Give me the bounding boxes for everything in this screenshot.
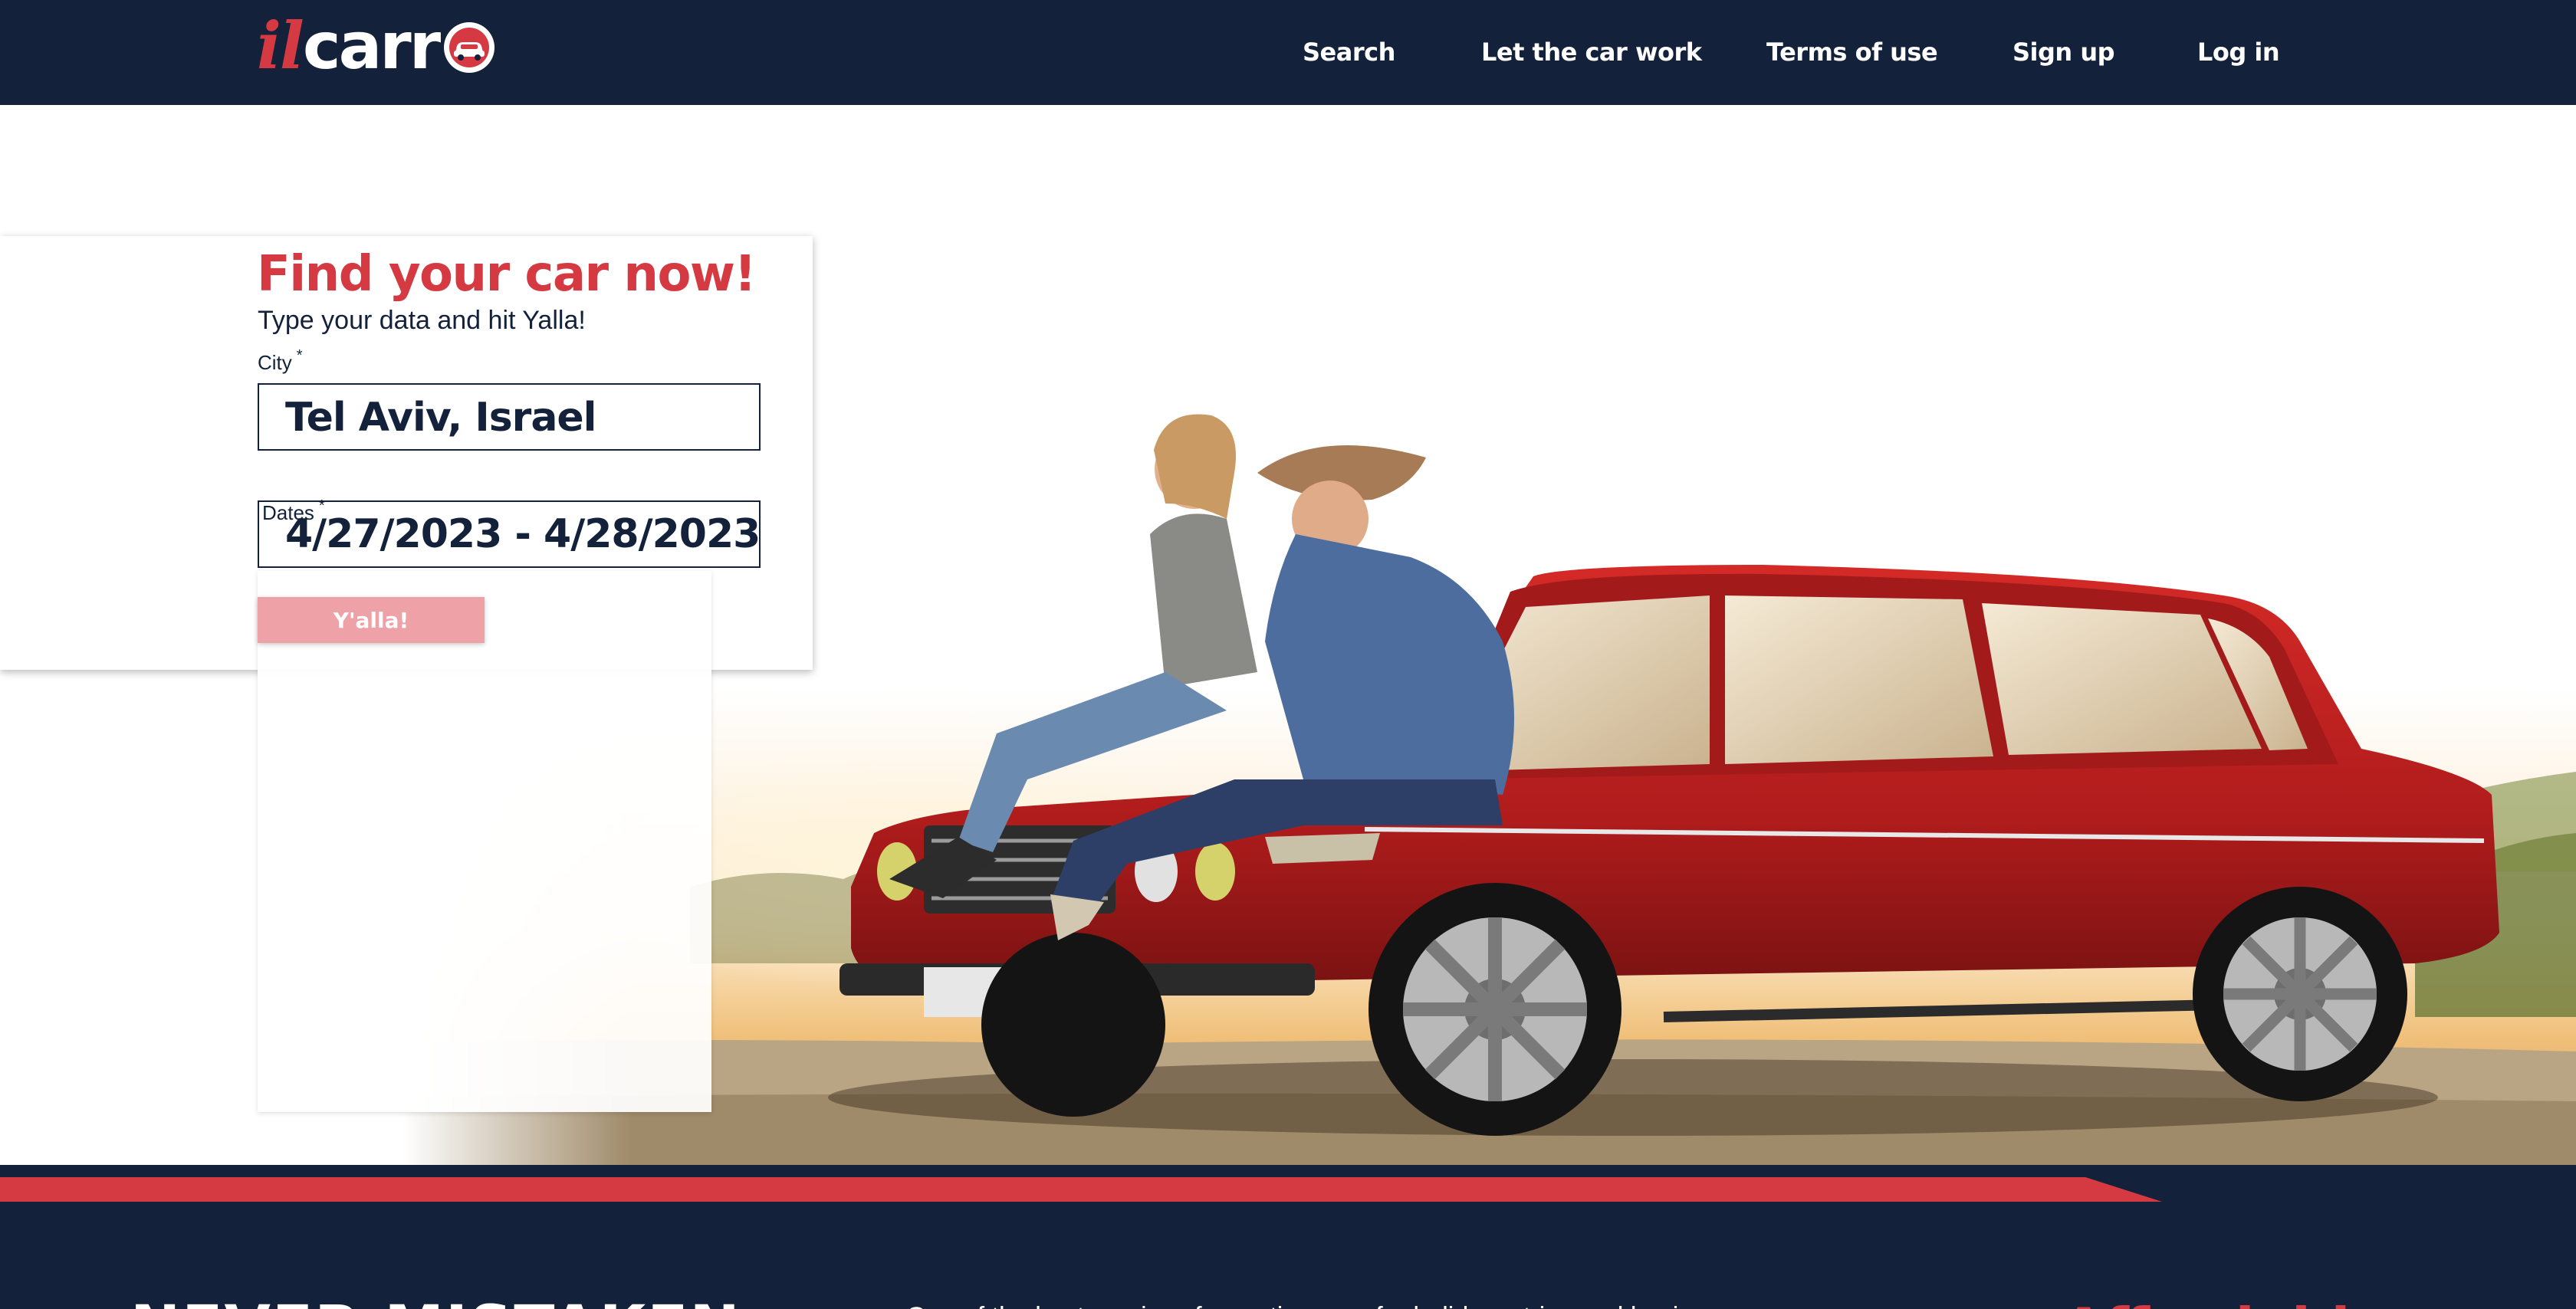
dates-input[interactable]: 4/27/2023 - 4/28/2023 bbox=[258, 500, 761, 568]
city-required-mark: * bbox=[296, 347, 303, 364]
nav-log-in[interactable]: Log in bbox=[2197, 37, 2280, 67]
dates-label: Dates * bbox=[262, 497, 325, 527]
dates-label-text: Dates bbox=[262, 501, 314, 524]
section-text: One of the best services for renting car… bbox=[906, 1300, 1733, 1309]
nav-terms-of-use[interactable]: Terms of use bbox=[1766, 37, 1938, 67]
top-navigation-bar: il carr Search Let the car work Terms of… bbox=[0, 0, 2576, 105]
city-label-text: City bbox=[258, 351, 292, 374]
info-section: NEVER MISTAKEN One of the best services … bbox=[0, 1165, 2576, 1309]
search-card-subtitle: Type your data and hit Yalla! bbox=[258, 306, 586, 335]
section-heading: NEVER MISTAKEN bbox=[130, 1294, 741, 1309]
city-label: City * bbox=[258, 347, 303, 376]
nav-sign-up[interactable]: Sign up bbox=[2013, 37, 2115, 67]
dates-input-value: 4/27/2023 - 4/28/2023 bbox=[285, 511, 761, 557]
date-picker-dropdown-panel[interactable] bbox=[258, 571, 711, 1112]
yalla-button[interactable]: Y'alla! bbox=[258, 597, 485, 643]
city-input-value: Tel Aviv, Israel bbox=[285, 395, 597, 441]
nav-search[interactable]: Search bbox=[1303, 37, 1395, 67]
search-card-title: Find your car now! bbox=[257, 246, 757, 303]
nav-let-the-car-work[interactable]: Let the car work bbox=[1481, 37, 1702, 67]
red-accent-stripe bbox=[0, 1177, 2162, 1202]
dates-required-mark: * bbox=[318, 497, 325, 514]
section-accent-text: Affordable bbox=[2062, 1294, 2387, 1309]
main-nav: Search Let the car work Terms of use Sig… bbox=[0, 0, 2576, 105]
city-input[interactable]: Tel Aviv, Israel bbox=[258, 383, 761, 451]
